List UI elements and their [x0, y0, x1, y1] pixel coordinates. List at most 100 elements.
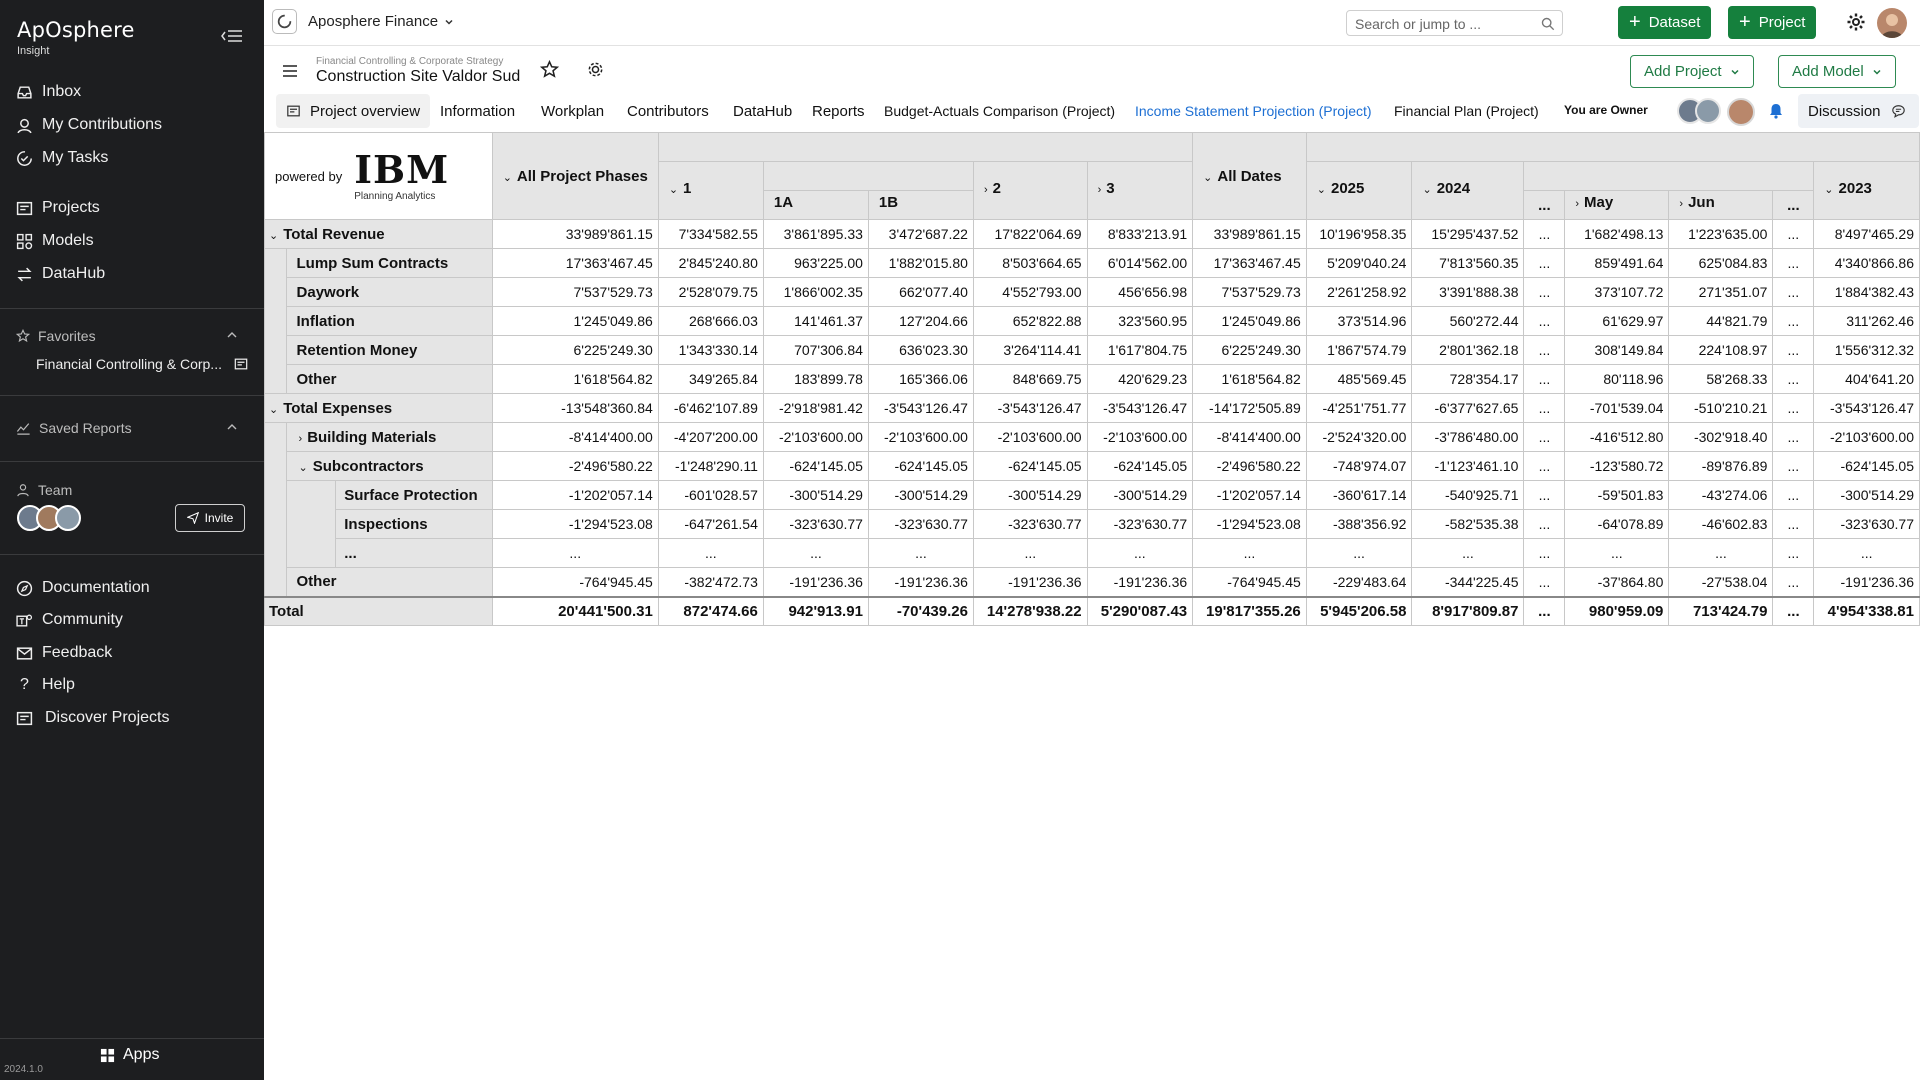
row-header[interactable]: Other [285, 364, 493, 394]
table-cell[interactable]: -2'103'600.00 [1086, 422, 1194, 452]
table-cell[interactable]: ... [1772, 480, 1815, 510]
expand-toggle-icon[interactable]: ⌄ [269, 404, 278, 416]
table-cell[interactable]: -300'514.29 [762, 480, 869, 510]
sidebar-link-documentation[interactable]: Documentation [16, 576, 150, 600]
table-cell[interactable]: 963'225.00 [762, 248, 869, 278]
avatar[interactable] [55, 505, 81, 531]
table-cell[interactable]: -1'294'523.08 [491, 509, 659, 539]
table-cell[interactable]: -300'514.29 [1813, 480, 1920, 510]
table-cell[interactable]: -1'202'057.14 [1192, 480, 1307, 510]
table-cell[interactable]: 311'262.46 [1813, 306, 1920, 336]
table-cell[interactable]: -624'145.05 [1086, 451, 1194, 481]
header-year-2025[interactable]: ⌄ 2025 [1305, 161, 1413, 220]
table-cell[interactable]: ... [1772, 393, 1815, 423]
row-header[interactable]: ⌄ Total Expenses [264, 393, 493, 423]
add-project-top-button[interactable]: + Project [1728, 6, 1817, 39]
sidebar-item-datahub[interactable]: DataHub [16, 262, 105, 286]
table-cell[interactable]: -748'974.07 [1305, 451, 1413, 481]
table-cell[interactable]: -300'514.29 [867, 480, 974, 510]
workspace-logo-icon[interactable] [272, 9, 297, 34]
table-cell[interactable]: 1'884'382.43 [1813, 277, 1920, 307]
sidebar-link-community[interactable]: Community [16, 608, 123, 632]
apps-button[interactable]: Apps [100, 1046, 159, 1064]
table-cell[interactable]: ... [1086, 538, 1194, 568]
table-cell[interactable]: 404'641.20 [1813, 364, 1920, 394]
header-all-dates[interactable]: ⌄ All Dates [1192, 132, 1307, 220]
table-cell[interactable]: -764'945.45 [491, 567, 659, 597]
table-cell[interactable]: -2'524'320.00 [1305, 422, 1413, 452]
table-cell[interactable]: ... [1523, 509, 1566, 539]
table-cell[interactable]: -191'236.36 [867, 567, 974, 597]
row-header[interactable]: Other [285, 567, 493, 597]
table-cell[interactable]: ... [1192, 538, 1307, 568]
table-cell[interactable]: 268'666.03 [657, 306, 764, 336]
table-cell[interactable]: -1'202'057.14 [491, 480, 659, 510]
table-cell[interactable]: ... [1772, 509, 1815, 539]
table-cell[interactable]: -416'512.80 [1564, 422, 1670, 452]
table-cell[interactable]: 1'245'049.86 [1192, 306, 1307, 336]
table-cell[interactable]: -323'630.77 [762, 509, 869, 539]
table-cell[interactable]: 15'295'437.52 [1411, 219, 1525, 249]
chevron-up-icon[interactable] [226, 421, 238, 433]
row-header[interactable]: Total [264, 595, 493, 626]
table-cell[interactable]: ... [657, 538, 764, 568]
table-cell[interactable]: -3'543'126.47 [1813, 393, 1920, 423]
table-cell[interactable]: 127'204.66 [867, 306, 974, 336]
table-cell[interactable]: 4'552'793.00 [972, 277, 1088, 307]
sidebar-link-feedback[interactable]: Feedback [16, 641, 112, 665]
table-cell[interactable]: ... [1523, 277, 1566, 307]
table-cell[interactable]: -70'439.26 [867, 595, 974, 626]
header-ellipsis[interactable]: ... [1772, 190, 1815, 220]
table-cell[interactable]: ... [867, 538, 974, 568]
menu-icon[interactable] [282, 64, 298, 83]
table-cell[interactable]: 848'669.75 [972, 364, 1088, 394]
table-cell[interactable]: 224'108.97 [1668, 335, 1774, 365]
table-cell[interactable]: ... [1668, 538, 1774, 568]
header-phase-3[interactable]: › 3 [1086, 161, 1194, 220]
row-header[interactable]: Inflation [285, 306, 493, 336]
table-cell[interactable]: ... [1305, 538, 1413, 568]
table-cell[interactable]: -4'207'200.00 [657, 422, 764, 452]
table-cell[interactable]: 323'560.95 [1086, 306, 1194, 336]
table-cell[interactable]: 3'264'114.41 [972, 335, 1088, 365]
row-header[interactable]: Inspections [335, 509, 493, 539]
table-cell[interactable]: 7'537'529.73 [1192, 277, 1307, 307]
sidebar-item-my-contributions[interactable]: My Contributions [16, 113, 162, 137]
table-cell[interactable]: ... [1772, 538, 1815, 568]
table-cell[interactable]: -624'145.05 [867, 451, 974, 481]
table-cell[interactable]: ... [1772, 422, 1815, 452]
table-cell[interactable]: 5'290'087.43 [1086, 595, 1194, 626]
table-cell[interactable]: ... [1523, 480, 1566, 510]
add-project-button[interactable]: Add Project [1630, 55, 1754, 88]
table-cell[interactable]: -8'414'400.00 [1192, 422, 1307, 452]
table-cell[interactable]: 17'363'467.45 [1192, 248, 1307, 278]
table-cell[interactable]: 1'223'635.00 [1668, 219, 1774, 249]
table-cell[interactable]: 20'441'500.31 [491, 595, 659, 626]
table-cell[interactable]: -323'630.77 [867, 509, 974, 539]
table-cell[interactable]: ... [1772, 248, 1815, 278]
table-cell[interactable]: ... [1772, 335, 1815, 365]
table-cell[interactable]: -3'543'126.47 [867, 393, 974, 423]
table-cell[interactable]: 4'954'338.81 [1813, 595, 1920, 626]
table-cell[interactable]: -360'617.14 [1305, 480, 1413, 510]
table-cell[interactable]: -4'251'751.77 [1305, 393, 1413, 423]
table-cell[interactable]: ... [1813, 538, 1920, 568]
table-cell[interactable]: 2'261'258.92 [1305, 277, 1413, 307]
table-cell[interactable]: 1'618'564.82 [491, 364, 659, 394]
tab-workplan[interactable]: Workplan [541, 94, 604, 128]
header-phase-2[interactable]: › 2 [972, 161, 1088, 220]
table-cell[interactable]: 349'265.84 [657, 364, 764, 394]
table-cell[interactable]: 707'306.84 [762, 335, 869, 365]
table-cell[interactable]: 6'014'562.00 [1086, 248, 1194, 278]
header-phase-1[interactable]: ⌄ 1 [657, 161, 764, 220]
table-cell[interactable]: 872'474.66 [657, 595, 764, 626]
table-cell[interactable]: -3'543'126.47 [972, 393, 1088, 423]
table-cell[interactable]: 373'107.72 [1564, 277, 1670, 307]
table-cell[interactable]: 1'245'049.86 [491, 306, 659, 336]
table-cell[interactable]: 485'569.45 [1305, 364, 1413, 394]
notification-bell-icon[interactable] [1769, 103, 1783, 124]
avatar[interactable] [1727, 98, 1755, 126]
favorites-header[interactable]: Favorites [16, 326, 248, 346]
table-cell[interactable]: -1'123'461.10 [1411, 451, 1525, 481]
workspace-selector[interactable]: Aposphere Finance [308, 13, 454, 30]
